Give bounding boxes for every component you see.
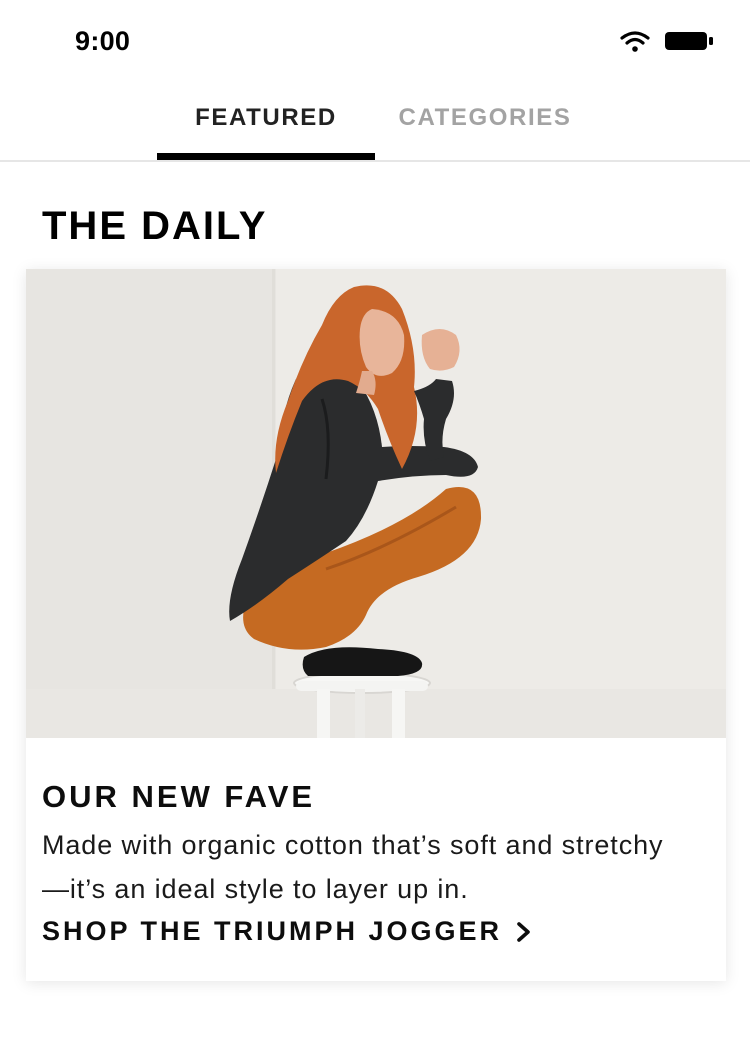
tab-featured[interactable]: FEATURED bbox=[157, 80, 375, 160]
tab-categories-label: CATEGORIES bbox=[398, 104, 572, 131]
shop-triumph-jogger-link[interactable]: SHOP THE TRIUMPH JOGGER bbox=[42, 916, 532, 947]
section-title: THE DAILY bbox=[42, 204, 268, 248]
status-time: 9:00 bbox=[75, 26, 131, 56]
feature-card[interactable]: OUR NEW FAVE Made with organic cotton th… bbox=[26, 269, 726, 981]
tab-categories[interactable]: CATEGORIES bbox=[380, 80, 590, 160]
chevron-right-icon bbox=[517, 921, 530, 942]
status-bar: 9:00 bbox=[0, 0, 750, 80]
battery-icon bbox=[665, 32, 713, 50]
card-description: Made with organic cotton that’s soft and… bbox=[42, 830, 664, 904]
tab-featured-label: FEATURED bbox=[195, 104, 337, 131]
active-tab-indicator bbox=[157, 153, 375, 160]
status-icons bbox=[620, 28, 714, 54]
tab-bar: FEATURED CATEGORIES bbox=[0, 80, 750, 162]
cta-label: SHOP THE TRIUMPH JOGGER bbox=[42, 916, 503, 946]
model-photo bbox=[26, 269, 726, 738]
hero-image[interactable] bbox=[26, 269, 726, 738]
wifi-icon bbox=[620, 31, 650, 52]
card-title: OUR NEW FAVE bbox=[42, 779, 316, 814]
